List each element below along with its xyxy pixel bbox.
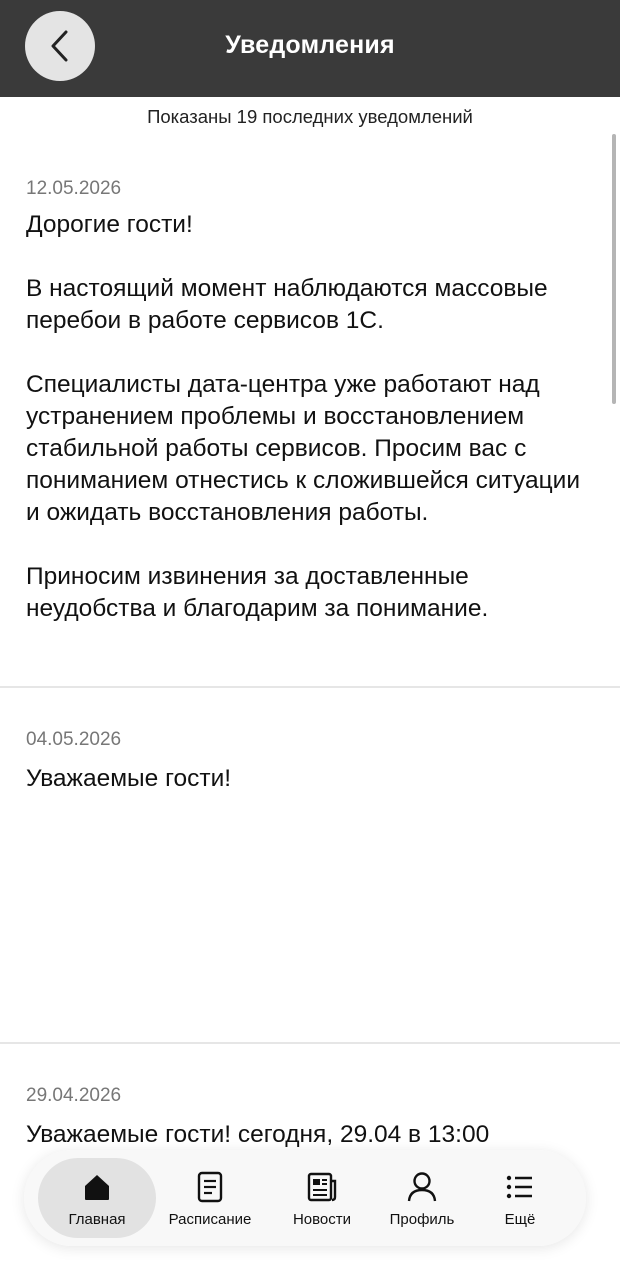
notification-paragraph: В настоящий момент наблюдаются массовые … <box>26 275 548 334</box>
tab-home[interactable]: Главная <box>38 1158 156 1238</box>
notification-date: 04.05.2026 <box>26 729 122 750</box>
app-header: Уведомления <box>0 0 620 97</box>
notification-paragraph: Приносим извинения за доставленные неудо… <box>26 563 489 622</box>
notification-date: 12.05.2026 <box>26 178 122 199</box>
notifications-count-text: Показаны 19 последних уведомлений <box>147 106 473 127</box>
divider <box>0 686 620 688</box>
notification-item: 29.04.2026 Уважаемые гости! сегодня, 29.… <box>26 1085 586 1151</box>
scrollbar[interactable] <box>612 134 616 404</box>
page-title: Уведомления <box>225 31 395 59</box>
notification-paragraph: Специалисты дата-центра уже работают над… <box>26 371 581 526</box>
schedule-icon <box>196 1170 224 1204</box>
notification-text: Дорогие гости! В настоящий момент наблюд… <box>26 209 586 625</box>
tab-label: Главная <box>68 1211 126 1228</box>
news-icon <box>306 1170 338 1204</box>
profile-icon <box>406 1170 438 1204</box>
notification-paragraph: Дорогие гости! <box>26 211 193 238</box>
bottom-tab-bar: Главная Расписание Новости Профиль Ещё <box>24 1150 586 1246</box>
notification-paragraph: Уважаемые гости! <box>26 765 232 792</box>
notification-paragraph: Уважаемые гости! сегодня, 29.04 в 13:00 <box>26 1121 490 1148</box>
notification-text: Уважаемые гости! <box>26 763 586 795</box>
divider <box>0 1042 620 1044</box>
more-icon <box>506 1170 534 1204</box>
tab-more[interactable]: Ещё <box>482 1158 558 1238</box>
tab-profile[interactable]: Профиль <box>374 1158 470 1238</box>
notification-item: 12.05.2026 Дорогие гости! В настоящий мо… <box>26 178 586 625</box>
notification-item: 04.05.2026 Уважаемые гости! <box>26 729 586 795</box>
tab-label: Новости <box>292 1211 352 1228</box>
tab-label: Профиль <box>389 1211 455 1228</box>
tab-label: Ещё <box>504 1211 536 1228</box>
tab-news[interactable]: Новости <box>272 1158 372 1238</box>
home-icon <box>82 1170 112 1204</box>
notification-date: 29.04.2026 <box>26 1085 122 1106</box>
notification-text: Уважаемые гости! сегодня, 29.04 в 13:00 <box>26 1119 586 1151</box>
tab-schedule[interactable]: Расписание <box>158 1158 262 1238</box>
tab-label: Расписание <box>168 1211 252 1228</box>
